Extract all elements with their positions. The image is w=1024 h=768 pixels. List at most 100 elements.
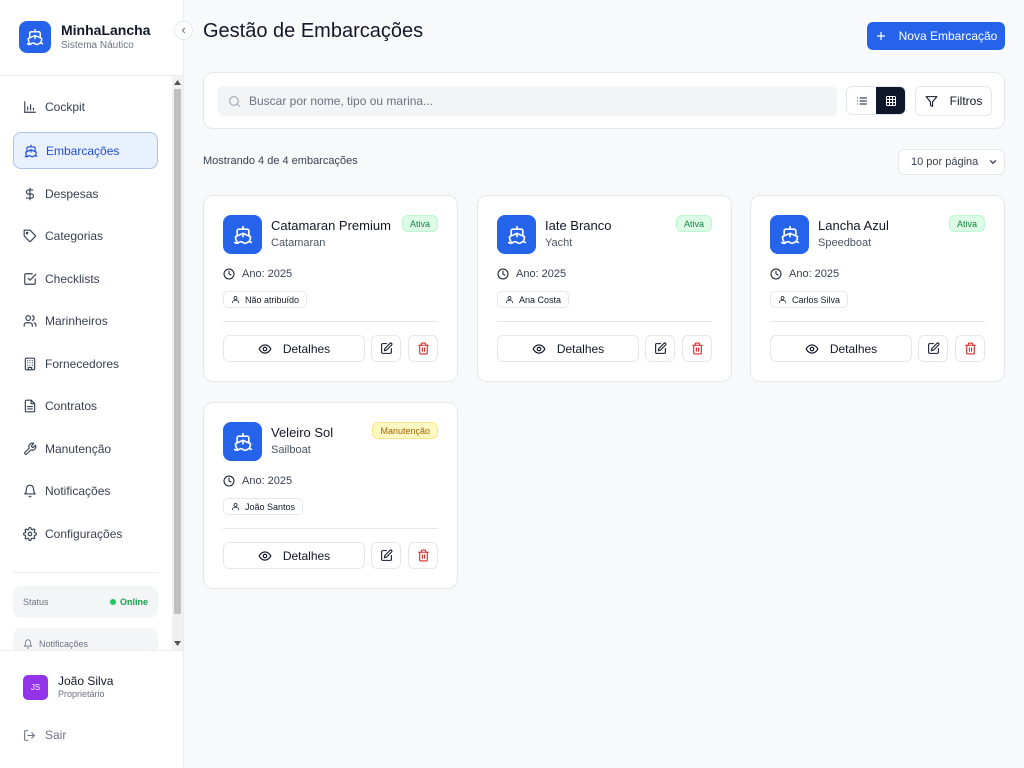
- brand[interactable]: MinhaLancha Sistema Náutico: [19, 21, 150, 53]
- list-view-button[interactable]: [847, 87, 876, 114]
- user-name: João Silva: [58, 674, 114, 688]
- sidebar: MinhaLancha Sistema Náutico Cockpit Emba…: [0, 0, 184, 768]
- grid-view-button[interactable]: [876, 87, 905, 114]
- ship-icon: [770, 215, 809, 254]
- user-icon: [779, 296, 786, 304]
- edit-icon: [654, 342, 666, 354]
- edit-button[interactable]: [371, 542, 401, 569]
- delete-button[interactable]: [408, 542, 438, 569]
- filter-icon: [925, 95, 938, 107]
- trash-icon: [964, 342, 976, 355]
- building-icon: [23, 357, 37, 371]
- logout-button[interactable]: Sair: [23, 728, 66, 742]
- boat-name: Lancha Azul: [818, 218, 889, 233]
- owner-name: Não atribuído: [245, 294, 300, 305]
- search-box[interactable]: [217, 86, 837, 116]
- user-profile[interactable]: JS João Silva Proprietário: [23, 674, 113, 700]
- details-label: Detalhes: [282, 341, 331, 356]
- boat-year-text: Ano: 2025: [789, 268, 840, 280]
- sidebar-item-label: Despesas: [45, 186, 99, 201]
- eye-icon: [805, 343, 819, 354]
- sidebar-item-despesas[interactable]: Despesas: [13, 175, 158, 212]
- notifications-box[interactable]: Notificações: [13, 628, 158, 650]
- ship-icon: [223, 215, 262, 254]
- status-badge: Ativa: [675, 215, 712, 232]
- ship-icon: [223, 422, 262, 461]
- sidebar-item-label: Marinheiros: [45, 313, 108, 328]
- sidebar-item-contratos[interactable]: Contratos: [13, 387, 158, 424]
- sidebar-item-marinheiros[interactable]: Marinheiros: [13, 302, 158, 339]
- divider: [13, 572, 158, 573]
- logout-label: Sair: [45, 728, 67, 742]
- edit-icon: [927, 342, 939, 354]
- boat-card[interactable]: Veleiro Sol Sailboat Manutenção Ano: 202…: [203, 402, 458, 589]
- search-icon: [229, 95, 240, 107]
- filters-label: Filtros: [949, 94, 983, 108]
- new-boat-button[interactable]: Nova Embarcação: [867, 22, 1005, 50]
- sidebar-item-embarcacoes[interactable]: Embarcações: [13, 132, 158, 169]
- delete-button[interactable]: [408, 335, 438, 362]
- avatar: JS: [23, 674, 48, 700]
- list-icon: [856, 97, 867, 104]
- delete-button[interactable]: [955, 335, 985, 362]
- divider: [770, 321, 985, 322]
- per-page-select[interactable]: 10 por página: [898, 149, 1005, 175]
- status-label: Status: [23, 597, 49, 607]
- ship-icon: [497, 215, 536, 254]
- notifications-label: Notificações: [39, 639, 89, 649]
- boat-name: Iate Branco: [545, 218, 612, 233]
- gear-icon: [23, 526, 37, 541]
- boat-name: Veleiro Sol: [271, 425, 334, 440]
- sidebar-scrollbar[interactable]: [172, 76, 183, 650]
- sidebar-item-label: Cockpit: [45, 99, 86, 114]
- owner-chip: Não atribuído: [223, 291, 308, 308]
- edit-button[interactable]: [371, 335, 401, 362]
- filters-button[interactable]: Filtros: [915, 86, 992, 116]
- collapse-sidebar-button[interactable]: [174, 21, 193, 40]
- sidebar-item-categorias[interactable]: Categorias: [13, 217, 158, 254]
- scroll-down-icon[interactable]: [173, 639, 182, 648]
- delete-button[interactable]: [682, 335, 712, 362]
- sidebar-item-fornecedores[interactable]: Fornecedores: [13, 345, 158, 382]
- details-button[interactable]: Detalhes: [223, 335, 365, 362]
- boat-card[interactable]: Lancha Azul Speedboat Ativa Ano: 2025 Ca…: [750, 195, 1005, 382]
- sidebar-item-notificacoes[interactable]: Notificações: [13, 472, 158, 509]
- sidebar-item-configuracoes[interactable]: Configurações: [13, 515, 158, 552]
- boat-name: Catamaran Premium: [271, 218, 391, 233]
- edit-button[interactable]: [645, 335, 675, 362]
- owner-chip: João Santos: [223, 498, 304, 515]
- wrench-icon: [23, 442, 37, 456]
- chevron-left-icon: [181, 27, 186, 34]
- chevron-down-icon: [989, 160, 997, 164]
- boat-card[interactable]: Catamaran Premium Catamaran Ativa Ano: 2…: [203, 195, 458, 382]
- clock-icon: [223, 268, 235, 280]
- details-label: Detalhes: [829, 341, 878, 356]
- details-button[interactable]: Detalhes: [223, 542, 365, 569]
- search-input[interactable]: [249, 94, 809, 108]
- page-title: Gestão de Embarcações: [203, 20, 424, 42]
- details-button[interactable]: Detalhes: [770, 335, 912, 362]
- boat-year-text: Ano: 2025: [516, 268, 567, 280]
- scroll-up-icon[interactable]: [173, 78, 182, 87]
- sidebar-item-checklists[interactable]: Checklists: [13, 260, 158, 297]
- online-dot-icon: [109, 599, 116, 605]
- new-boat-label: Nova Embarcação: [898, 29, 998, 43]
- owner-chip: Carlos Silva: [770, 291, 849, 308]
- trash-icon: [417, 342, 429, 355]
- results-summary: Mostrando 4 de 4 embarcações: [203, 155, 358, 167]
- clock-icon: [497, 268, 509, 280]
- edit-button[interactable]: [918, 335, 948, 362]
- scrollbar-thumb[interactable]: [174, 89, 181, 614]
- status-badge: Ativa: [401, 215, 438, 232]
- boat-type: Yacht: [545, 237, 573, 249]
- boat-type: Catamaran: [271, 237, 326, 249]
- sidebar-item-label: Fornecedores: [45, 356, 120, 371]
- details-button[interactable]: Detalhes: [497, 335, 639, 362]
- divider: [223, 528, 438, 529]
- file-icon: [23, 399, 37, 413]
- sidebar-item-manutencao[interactable]: Manutenção: [13, 430, 158, 467]
- sidebar-item-label: Embarcações: [46, 143, 120, 158]
- sidebar-item-cockpit[interactable]: Cockpit: [13, 88, 158, 125]
- boat-card[interactable]: Iate Branco Yacht Ativa Ano: 2025 Ana Co…: [477, 195, 732, 382]
- trash-icon: [417, 549, 429, 562]
